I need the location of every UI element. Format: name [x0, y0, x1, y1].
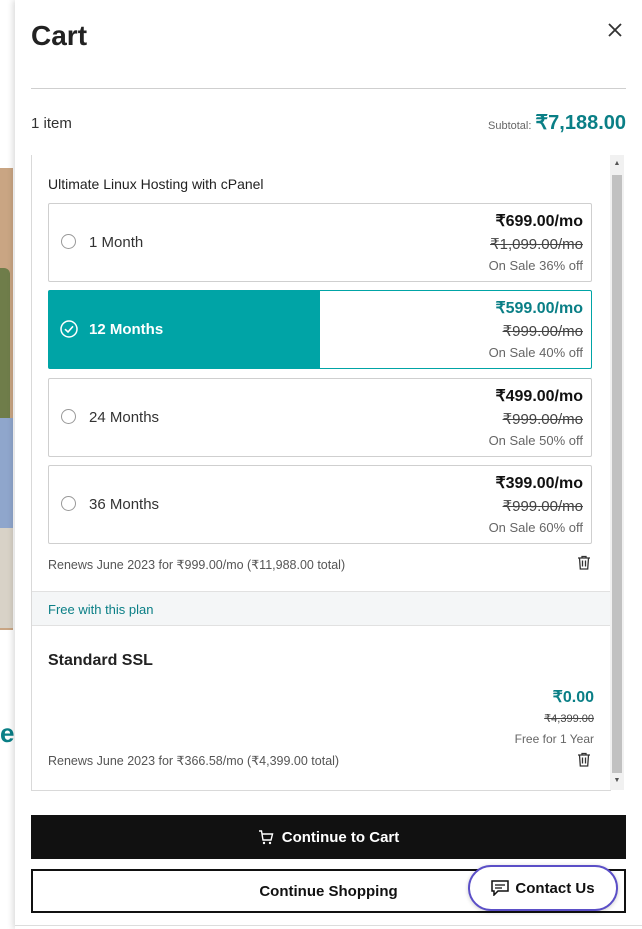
term-label: 12 Months — [89, 321, 164, 338]
close-icon[interactable] — [603, 18, 627, 42]
price-now: ₹599.00/mo — [495, 300, 583, 317]
cart-icon — [258, 829, 274, 844]
radio-button[interactable] — [61, 409, 76, 424]
check-circle-icon[interactable] — [60, 320, 78, 338]
scrollbar[interactable]: ▲ ▼ — [610, 155, 624, 790]
term-label: 36 Months — [89, 496, 160, 513]
scroll-up-arrow[interactable]: ▲ — [612, 159, 622, 169]
sale-label: On Sale 36% off — [488, 258, 583, 273]
free-with-plan-band: Free with this plan — [32, 591, 610, 626]
trash-icon[interactable] — [577, 555, 591, 570]
ssl-price-was: ₹4,399.00 — [544, 713, 594, 725]
header-divider — [31, 88, 626, 89]
term-prices: ₹399.00/mo ₹999.00/mo On Sale 60% off — [489, 473, 583, 538]
scroll-thumb[interactable] — [612, 175, 622, 773]
trash-icon[interactable] — [577, 752, 591, 767]
background-photo — [0, 168, 13, 630]
cart-panel: Cart 1 item Subtotal: ₹7,188.00 Ultimate… — [15, 0, 642, 929]
contact-us-button[interactable]: Contact Us — [468, 865, 618, 911]
continue-shopping-label: Continue Shopping — [259, 882, 398, 900]
term-prices: ₹599.00/mo ₹999.00/mo On Sale 40% off — [489, 298, 583, 363]
background-desk — [0, 528, 13, 628]
ssl-free-note: Free for 1 Year — [514, 732, 594, 746]
term-option-36-months[interactable]: 36 Months ₹399.00/mo ₹999.00/mo On Sale … — [48, 465, 592, 544]
contact-us-label: Contact Us — [515, 879, 595, 897]
term-prices: ₹699.00/mo ₹1,099.00/mo On Sale 36% off — [489, 211, 583, 276]
product-name: Ultimate Linux Hosting with cPanel — [48, 176, 264, 192]
sale-label: On Sale 40% off — [488, 345, 583, 360]
price-now: ₹399.00/mo — [495, 475, 583, 492]
ssl-renewal-note: Renews June 2023 for ₹366.58/mo (₹4,399.… — [48, 754, 340, 768]
bottom-divider — [15, 925, 642, 926]
ssl-product-name: Standard SSL — [48, 652, 153, 669]
price-now: ₹499.00/mo — [495, 388, 583, 405]
ssl-price-now: ₹0.00 — [552, 689, 594, 706]
sale-label: On Sale 60% off — [488, 520, 583, 535]
free-with-plan-label: Free with this plan — [48, 602, 154, 617]
price-now: ₹699.00/mo — [495, 213, 583, 230]
ssl-prices: ₹0.00 ₹4,399.00 Free for 1 Year — [515, 687, 594, 749]
continue-to-cart-label: Continue to Cart — [281, 828, 400, 846]
term-label: 24 Months — [89, 409, 160, 426]
term-option-1-month[interactable]: 1 Month ₹699.00/mo ₹1,099.00/mo On Sale … — [48, 203, 592, 282]
term-prices: ₹499.00/mo ₹999.00/mo On Sale 50% off — [489, 386, 583, 451]
subtotal-label: Subtotal: — [488, 120, 532, 132]
item-count: 1 item — [31, 115, 72, 132]
subtotal-value: ₹7,188.00 — [535, 112, 626, 134]
background-text-fragment: e — [0, 718, 15, 748]
hosting-renewal-note: Renews June 2023 for ₹999.00/mo (₹11,988… — [48, 558, 346, 572]
scroll-down-arrow[interactable]: ▼ — [612, 776, 622, 786]
subtotal: Subtotal: ₹7,188.00 — [488, 110, 626, 135]
cart-title: Cart — [31, 20, 88, 51]
price-was: ₹999.00/mo — [502, 498, 583, 515]
radio-button[interactable] — [61, 496, 76, 511]
price-was: ₹999.00/mo — [502, 411, 583, 428]
term-option-24-months[interactable]: 24 Months ₹499.00/mo ₹999.00/mo On Sale … — [48, 378, 592, 457]
chat-icon — [491, 880, 510, 896]
term-label: 1 Month — [89, 234, 144, 251]
radio-button[interactable] — [61, 234, 76, 249]
term-option-12-months[interactable]: 12 Months ₹599.00/mo ₹999.00/mo On Sale … — [48, 290, 592, 369]
sale-label: On Sale 50% off — [488, 433, 583, 448]
background-vase — [0, 418, 13, 528]
price-was: ₹999.00/mo — [502, 323, 583, 340]
cart-items-list[interactable]: Ultimate Linux Hosting with cPanel 1 Mon… — [31, 155, 611, 791]
price-was: ₹1,099.00/mo — [490, 236, 583, 253]
continue-to-cart-button[interactable]: Continue to Cart — [31, 815, 626, 859]
